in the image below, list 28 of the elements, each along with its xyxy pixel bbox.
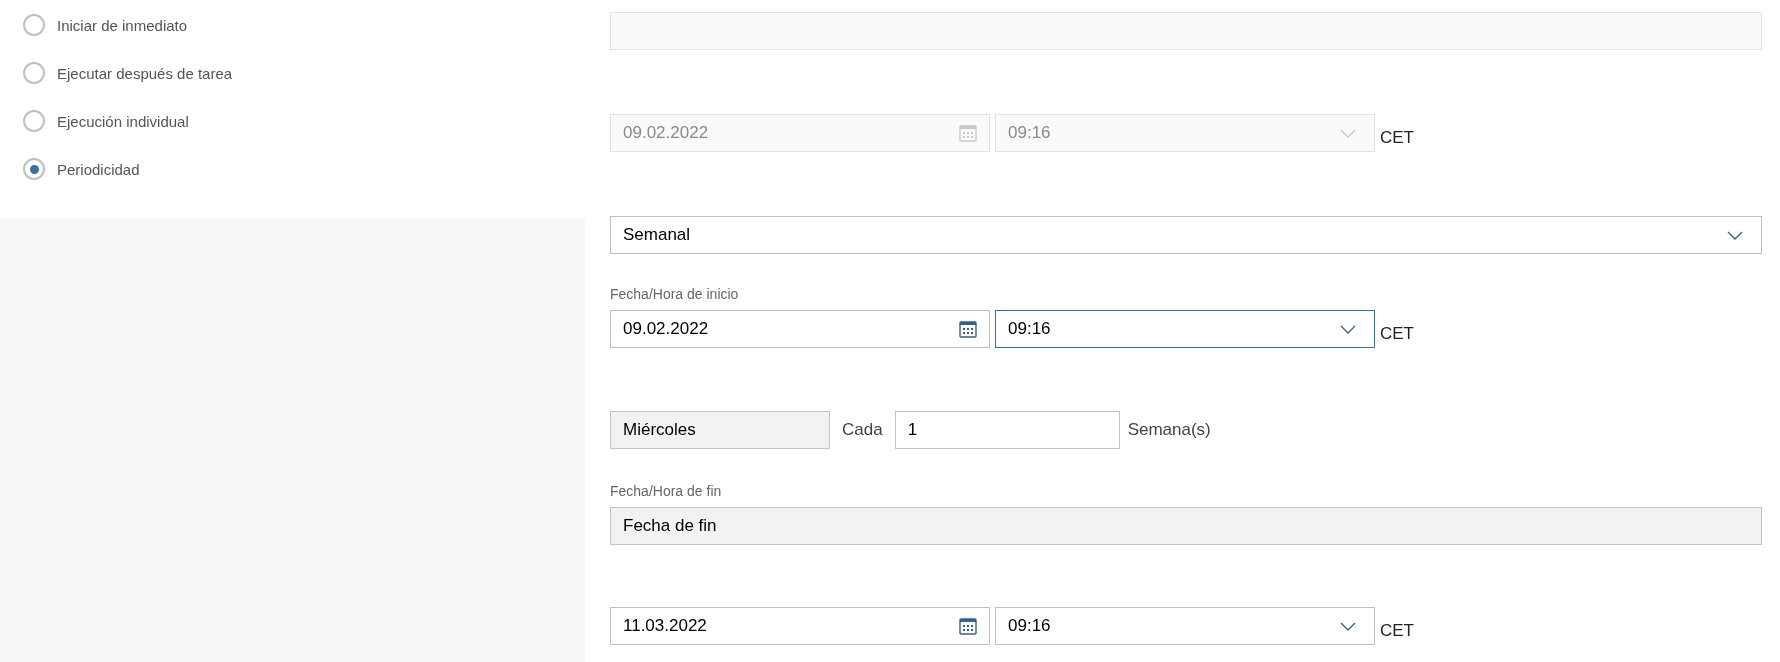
unit-label: Semana(s) [1127, 420, 1211, 440]
weekday-field[interactable]: Miércoles [610, 411, 830, 449]
chevron-down-icon[interactable] [1340, 621, 1356, 631]
timezone-label: CET [1380, 128, 1414, 148]
interval-field[interactable]: 1 [894, 411, 1120, 449]
radio-label: Periodicidad [57, 160, 140, 178]
end-mode-field[interactable]: Fecha de fin [610, 507, 1762, 545]
radio-button[interactable] [23, 14, 45, 36]
date-field[interactable]: 09.02.2022 [610, 310, 990, 348]
radio-button[interactable] [23, 62, 45, 84]
timezone-label: CET [1380, 324, 1414, 344]
calendar-icon[interactable] [959, 320, 977, 338]
every-label: Cada [842, 420, 883, 440]
time-select[interactable]: 09:16 [995, 607, 1375, 645]
recurrence-select[interactable]: Semanal [610, 216, 1762, 254]
radio-label: Ejecutar después de tarea [57, 64, 233, 82]
date-field[interactable]: 11.03.2022 [610, 607, 990, 645]
radio-label: Ejecución individual [57, 112, 189, 130]
field-label: Fecha/Hora de fin [610, 483, 723, 499]
radio-button[interactable] [23, 158, 45, 180]
timezone-label: CET [1380, 621, 1414, 641]
time-select[interactable]: 09:16 [995, 310, 1375, 348]
field-label: Fecha/Hora de inicio [610, 286, 740, 302]
radio-button[interactable] [23, 110, 45, 132]
chevron-down-icon[interactable] [1340, 324, 1356, 334]
chevron-down-icon[interactable] [1727, 230, 1743, 240]
radio-label: Iniciar de inmediato [57, 16, 188, 34]
calendar-icon[interactable] [959, 617, 977, 635]
